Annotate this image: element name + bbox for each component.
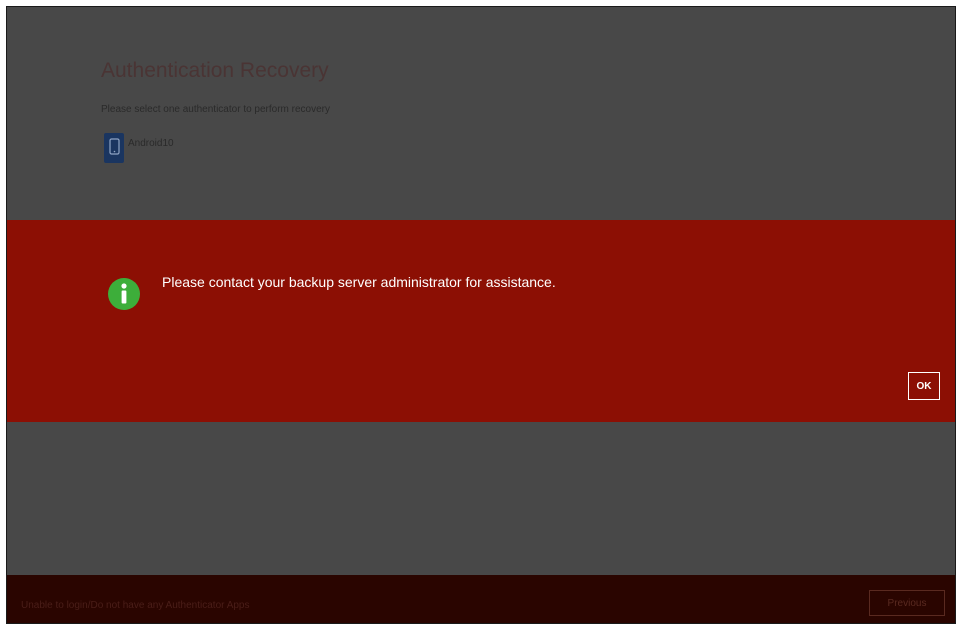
alert-dialog: Please contact your backup server admini… <box>7 220 955 422</box>
authenticator-item[interactable]: Android10 <box>104 133 174 163</box>
page-subtitle: Please select one authenticator to perfo… <box>101 104 331 115</box>
page-title: Authentication Recovery <box>101 59 329 82</box>
info-icon <box>107 277 141 311</box>
ok-button[interactable]: OK <box>908 372 940 400</box>
phone-icon <box>104 133 124 163</box>
previous-button[interactable]: Previous <box>869 590 945 616</box>
authenticator-label: Android10 <box>128 138 174 149</box>
app-window: Authentication Recovery Please select on… <box>6 6 956 624</box>
alert-message: Please contact your backup server admini… <box>162 274 556 290</box>
footer-bar: Unable to login/Do not have any Authenti… <box>7 575 955 623</box>
unable-to-login-link[interactable]: Unable to login/Do not have any Authenti… <box>21 600 250 611</box>
